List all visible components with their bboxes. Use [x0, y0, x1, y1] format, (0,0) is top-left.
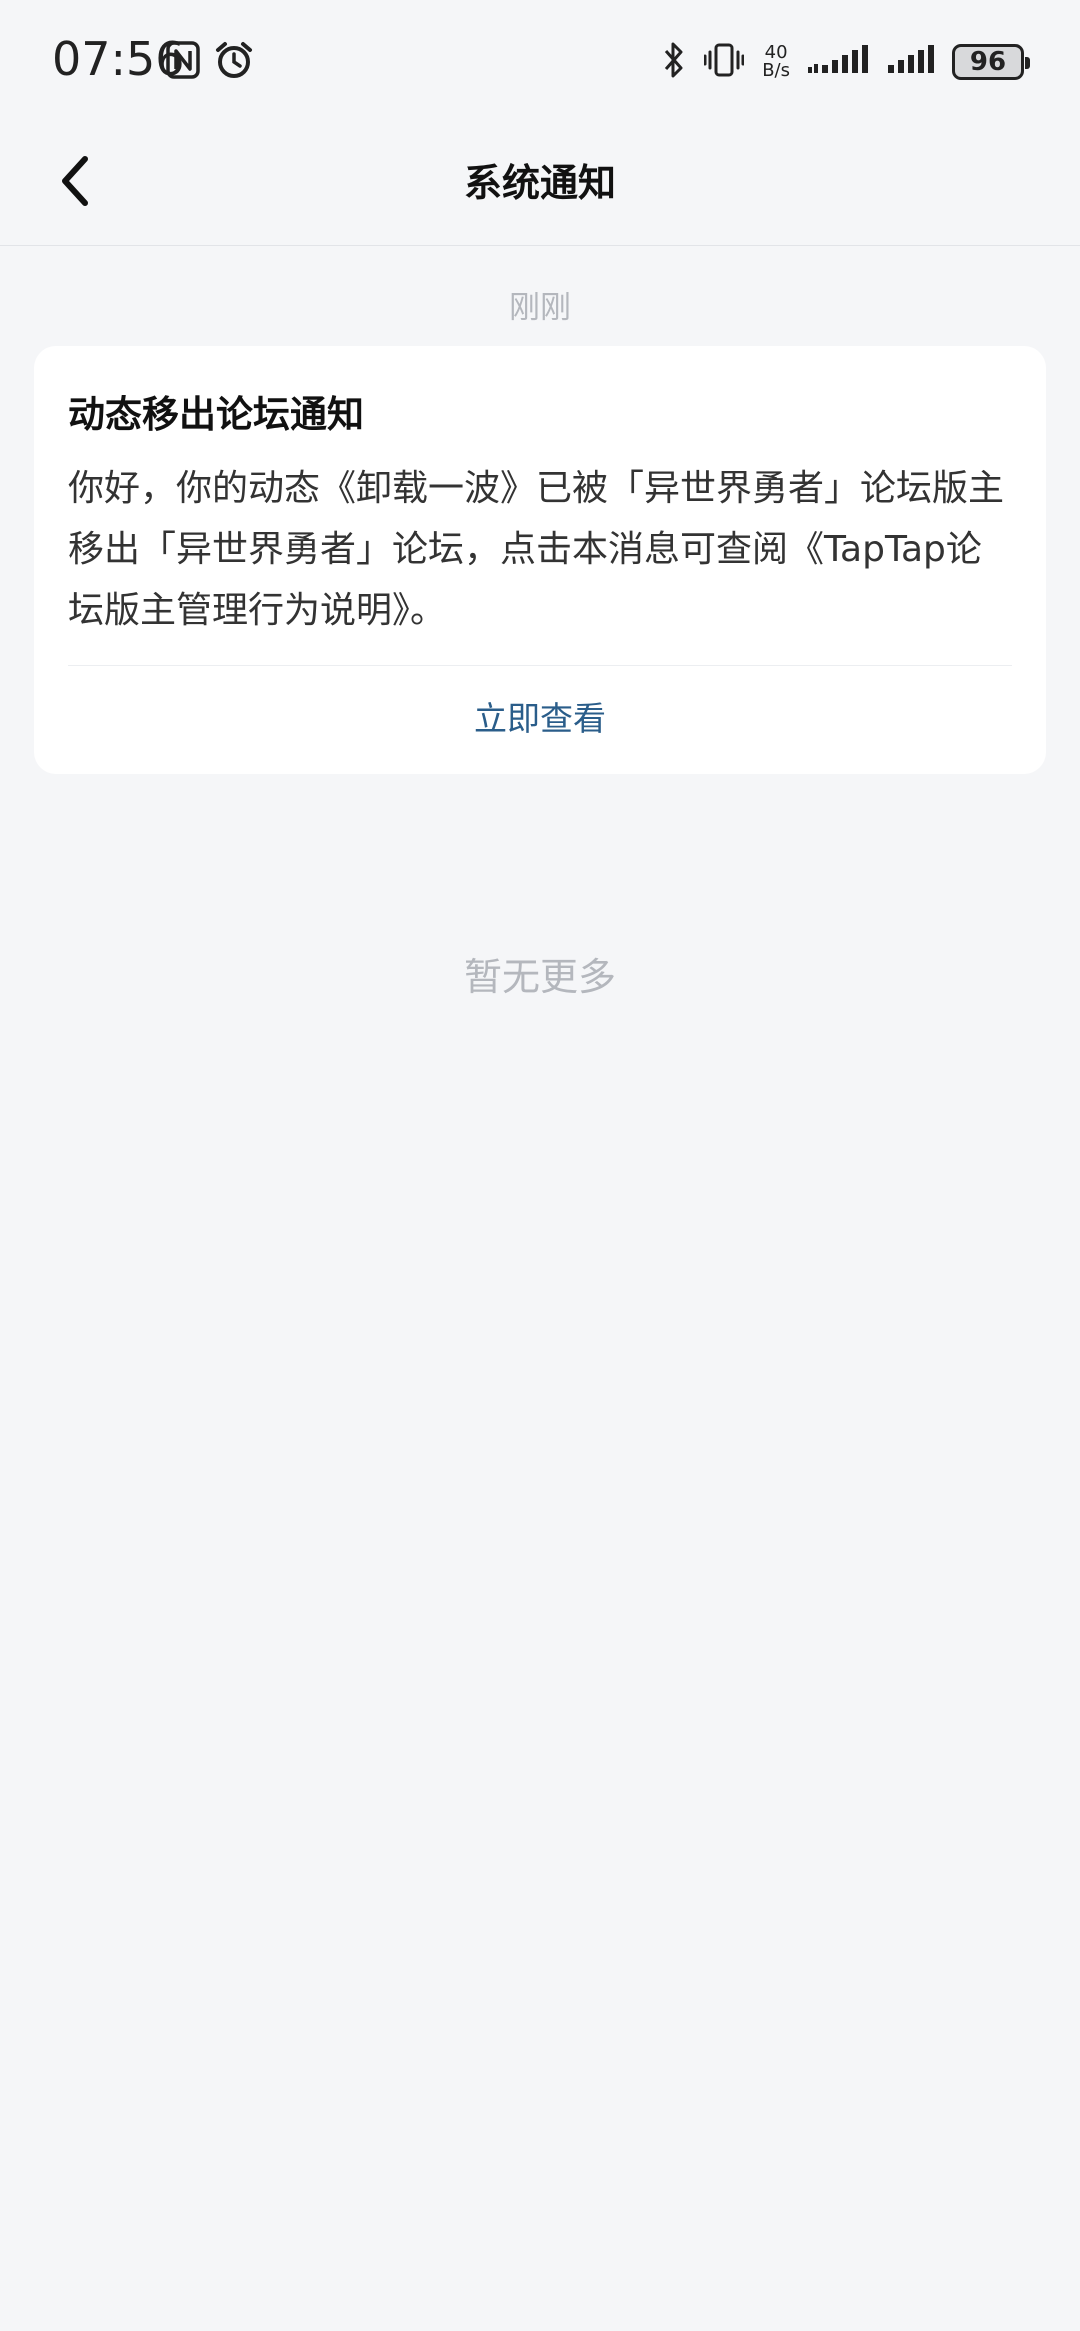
- battery-level: 96: [969, 47, 1007, 77]
- nfc-icon: [166, 41, 200, 83]
- card-divider: [68, 665, 1012, 666]
- page-title: 系统通知: [463, 161, 616, 205]
- signal-icon: [888, 43, 934, 81]
- status-right-icons: 40 B/s 96: [662, 36, 1030, 88]
- battery-icon: 96: [952, 44, 1030, 80]
- net-speed: 40 B/s: [762, 44, 790, 80]
- status-time: 07:56: [52, 32, 185, 86]
- status-left-icons: [166, 40, 254, 84]
- vibrate-icon: [703, 40, 745, 84]
- nav-bar: 系统通知: [0, 124, 1080, 246]
- net-speed-unit: B/s: [762, 60, 790, 81]
- alarm-icon: [214, 40, 254, 84]
- bluetooth-icon: [662, 40, 686, 84]
- notification-title: 动态移出论坛通知: [68, 393, 364, 436]
- status-bar: 07:56 40 B/s 96: [0, 0, 1080, 124]
- signal-icon: [808, 43, 870, 81]
- no-more-label: 暂无更多: [463, 955, 616, 999]
- notification-body: 你好，你的动态《卸载一波》已被「异世界勇者」论坛版主移出「异世界勇者」论坛，点击…: [68, 468, 1005, 631]
- view-now-button[interactable]: 立即查看: [34, 692, 1046, 752]
- notification-time: 刚刚: [509, 290, 571, 326]
- notification-card[interactable]: 动态移出论坛通知 你好，你的动态《卸载一波》已被「异世界勇者」论坛版主移出「异世…: [34, 346, 1046, 774]
